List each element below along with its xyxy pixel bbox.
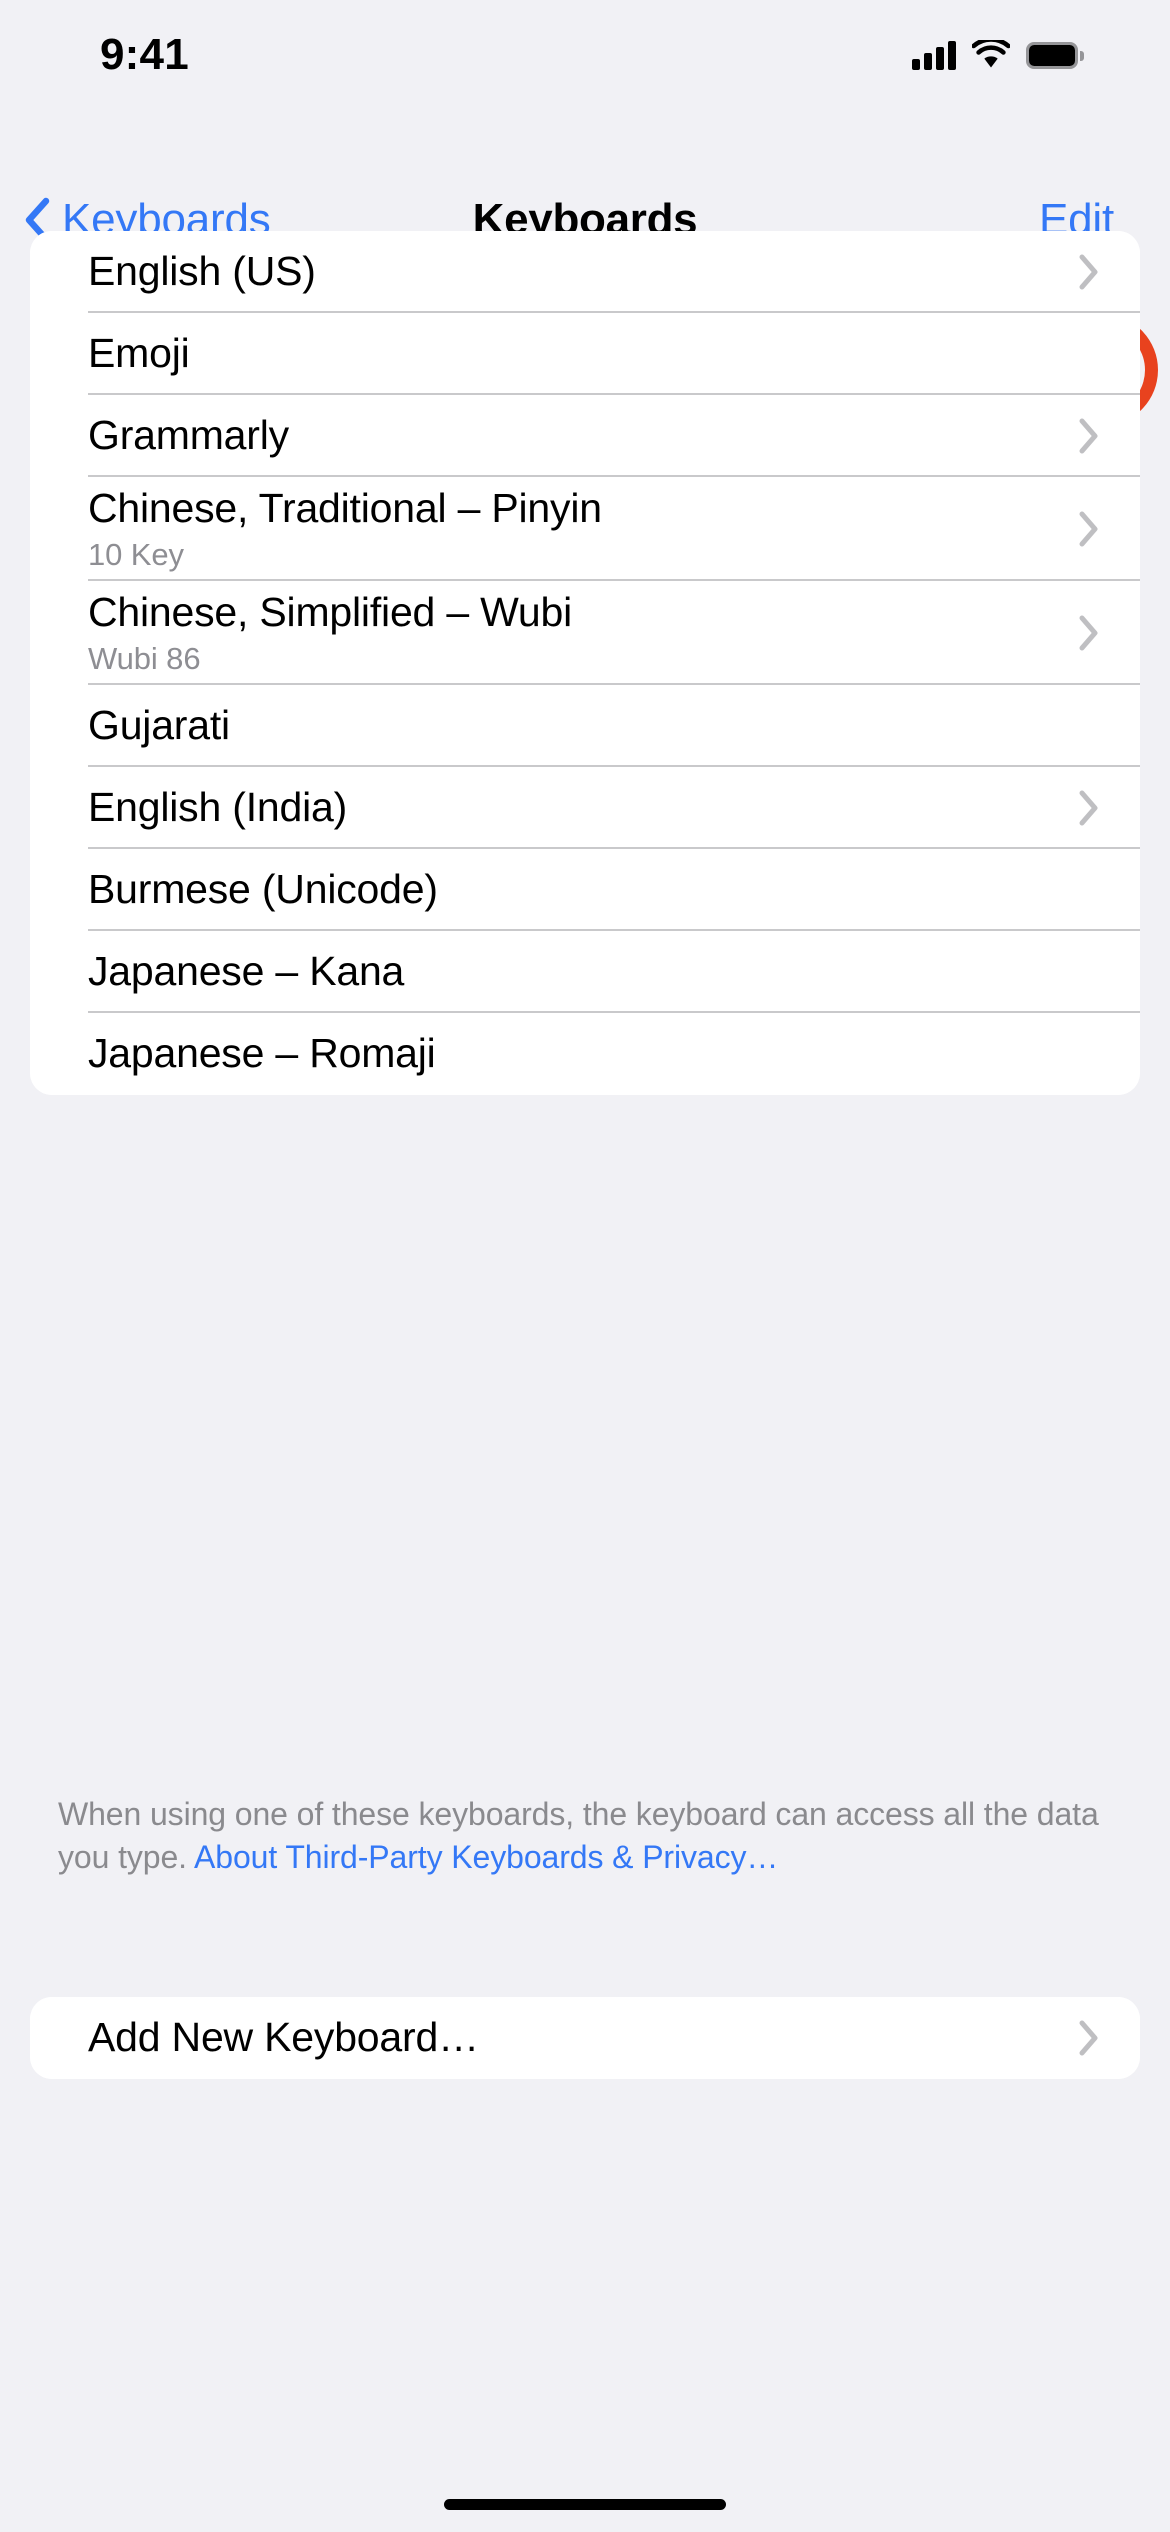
- list-item-title: Gujarati: [88, 702, 230, 749]
- chevron-placeholder: [1078, 335, 1100, 373]
- battery-full-icon: [1026, 41, 1084, 69]
- iphone-settings-keyboards-screen: 9:41 Keyboards Keyboards Edit English (U…: [0, 0, 1170, 2532]
- list-item[interactable]: Japanese – Kana: [30, 931, 1140, 1013]
- list-item[interactable]: Gujarati: [30, 685, 1140, 767]
- list-item-text: Chinese, Traditional – Pinyin 10 Key: [88, 484, 1078, 573]
- chevron-placeholder: [1078, 953, 1100, 991]
- add-keyboard-card: Add New Keyboard…: [30, 1997, 1140, 2079]
- list-item-text: Chinese, Simplified – Wubi Wubi 86: [88, 588, 1078, 677]
- chevron-right-icon: [1078, 417, 1100, 455]
- list-item-text: English (US): [88, 248, 1078, 295]
- chevron-placeholder: [1078, 1035, 1100, 1073]
- chevron-right-icon: [1078, 614, 1100, 652]
- list-item[interactable]: Add New Keyboard…: [30, 1997, 1140, 2079]
- list-item-title: Grammarly: [88, 412, 289, 459]
- list-item-text: Add New Keyboard…: [88, 2014, 1078, 2061]
- status-bar-time: 9:41: [100, 30, 189, 79]
- status-bar-indicators: [912, 40, 1084, 70]
- list-item-text: English (India): [88, 784, 1078, 831]
- list-item-title: Emoji: [88, 330, 190, 377]
- chevron-placeholder: [1078, 707, 1100, 745]
- list-item-title: Japanese – Romaji: [88, 1030, 436, 1077]
- chevron-right-icon: [1078, 789, 1100, 827]
- list-item-text: Japanese – Romaji: [88, 1030, 1078, 1077]
- about-third-party-keyboards-privacy-link[interactable]: About Third-Party Keyboards & Privacy…: [194, 1839, 778, 1875]
- list-item-text: Burmese (Unicode): [88, 866, 1078, 913]
- list-item-text: Japanese – Kana: [88, 948, 1078, 995]
- chevron-right-icon: [1078, 510, 1100, 548]
- wifi-icon: [972, 40, 1010, 70]
- list-item[interactable]: Burmese (Unicode): [30, 849, 1140, 931]
- keyboards-list-card: English (US) Emoji Grammarly Chinese, Tradi…: [30, 231, 1140, 1095]
- list-item-subtitle: Wubi 86: [88, 641, 201, 677]
- list-item-text: Grammarly: [88, 412, 1078, 459]
- list-item-title: Add New Keyboard…: [88, 2014, 479, 2061]
- chevron-right-icon: [1078, 2019, 1100, 2057]
- status-bar: 9:41: [0, 0, 1170, 100]
- list-item[interactable]: Japanese – Romaji: [30, 1013, 1140, 1095]
- list-item[interactable]: English (US): [30, 231, 1140, 313]
- list-item-title: Burmese (Unicode): [88, 866, 438, 913]
- list-item[interactable]: Chinese, Traditional – Pinyin 10 Key: [30, 477, 1140, 581]
- chevron-right-icon: [1078, 253, 1100, 291]
- list-item-text: Emoji: [88, 330, 1078, 377]
- list-item[interactable]: Chinese, Simplified – Wubi Wubi 86: [30, 581, 1140, 685]
- third-party-keyboards-footnote: When using one of these keyboards, the k…: [58, 1793, 1116, 1879]
- list-item-title: English (US): [88, 248, 316, 295]
- list-item-title: Chinese, Simplified – Wubi: [88, 588, 572, 635]
- home-indicator[interactable]: [444, 2499, 726, 2510]
- chevron-placeholder: [1078, 871, 1100, 909]
- cellular-signal-icon: [912, 40, 956, 70]
- list-item-title: Chinese, Traditional – Pinyin: [88, 484, 602, 531]
- list-item[interactable]: English (India): [30, 767, 1140, 849]
- list-item-title: Japanese – Kana: [88, 948, 405, 995]
- list-item-title: English (India): [88, 784, 348, 831]
- list-item-text: Gujarati: [88, 702, 1078, 749]
- list-item[interactable]: Grammarly: [30, 395, 1140, 477]
- list-item[interactable]: Emoji: [30, 313, 1140, 395]
- list-item-subtitle: 10 Key: [88, 537, 184, 573]
